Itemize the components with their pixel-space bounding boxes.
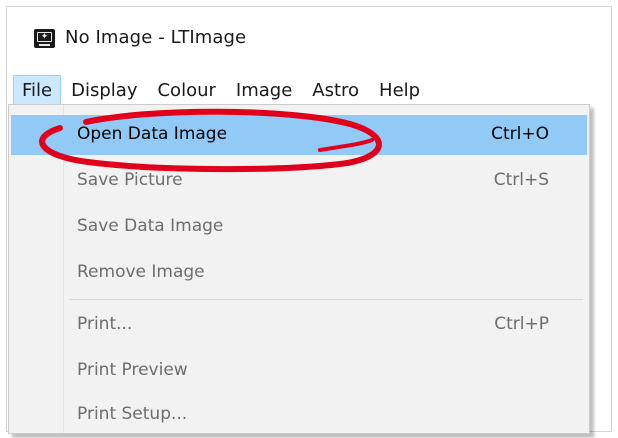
menu-item-remove-image[interactable]: Remove Image — [11, 253, 587, 293]
menu-separator — [69, 299, 583, 300]
menu-item-shortcut: Ctrl+S — [493, 170, 549, 190]
menu-item-label: Save Data Image — [77, 216, 224, 236]
menu-item-save-picture[interactable]: Save Picture Ctrl+S — [11, 161, 587, 201]
window-title: No Image - LTImage — [65, 27, 247, 48]
menu-item-label: Remove Image — [77, 262, 205, 282]
menu-image[interactable]: Image — [226, 75, 302, 107]
menu-item-label: Print Preview — [77, 360, 188, 380]
menu-item-shortcut: Ctrl+O — [491, 124, 549, 144]
menu-item-print[interactable]: Print... Ctrl+P — [11, 305, 587, 345]
menu-item-label: Save Picture — [77, 170, 183, 190]
menu-colour[interactable]: Colour — [147, 75, 225, 107]
file-dropdown-menu: Open Data Image Ctrl+O Save Picture Ctrl… — [8, 104, 590, 434]
menu-item-save-data-image[interactable]: Save Data Image — [11, 207, 587, 247]
title-bar[interactable]: ✦ No Image - LTImage — [7, 7, 611, 69]
menu-item-label: Print... — [77, 314, 133, 334]
menu-help[interactable]: Help — [369, 75, 430, 107]
menu-item-label: Open Data Image — [77, 124, 228, 144]
menu-item-open-data-image[interactable]: Open Data Image Ctrl+O — [11, 115, 587, 155]
menu-display[interactable]: Display — [61, 75, 147, 107]
menu-astro[interactable]: Astro — [302, 75, 369, 107]
window-right-edge — [612, 104, 618, 434]
app-monitor-icon: ✦ — [34, 29, 55, 48]
menu-item-shortcut: Ctrl+P — [494, 314, 549, 334]
menu-item-label: Print Setup... — [77, 404, 188, 424]
menu-item-print-setup[interactable]: Print Setup... — [11, 395, 587, 435]
menu-item-print-preview[interactable]: Print Preview — [11, 351, 587, 391]
menu-file[interactable]: File — [13, 75, 62, 107]
